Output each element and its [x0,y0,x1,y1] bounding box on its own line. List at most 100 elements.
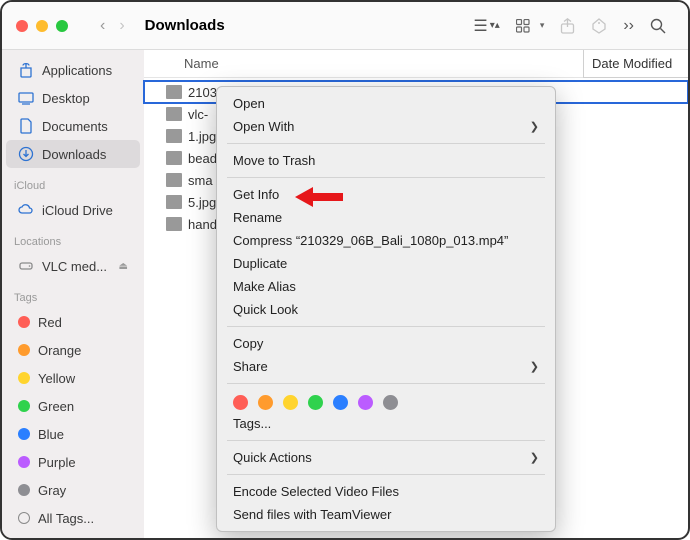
tag-dot-icon [18,316,30,328]
tag-color-dot[interactable] [233,395,248,410]
desktop-icon [18,90,34,106]
back-button[interactable]: ‹ [94,15,111,37]
traffic-lights [16,20,68,32]
tag-dot-icon [18,484,30,496]
sidebar-tag[interactable]: Red [6,308,140,336]
menu-item[interactable]: Copy [217,332,555,355]
sidebar-heading: Locations [2,224,144,252]
sidebar-item-label: Desktop [42,91,90,106]
sidebar-item-documents[interactable]: Documents [6,112,140,140]
disk-icon [18,258,34,274]
sidebar-item-label: Documents [42,119,108,134]
tag-dot-icon [18,456,30,468]
sidebar: Applications Desktop Documents Downloads iCl… [2,50,144,538]
menu-item[interactable]: Duplicate [217,252,555,275]
file-icon [166,129,182,143]
titlebar: ‹ › Downloads ☰▾▴ ▾ ›› [2,2,688,50]
documents-icon [18,118,34,134]
chevron-right-icon: ❯ [530,120,539,133]
sidebar-item-label: All Tags... [38,511,94,526]
sidebar-item-label: Orange [38,343,81,358]
sidebar-tag[interactable]: Yellow [6,364,140,392]
share-icon[interactable] [552,18,583,34]
tag-color-dot[interactable] [383,395,398,410]
sidebar-item-downloads[interactable]: Downloads [6,140,140,168]
file-icon [166,85,182,99]
tag-color-dot[interactable] [333,395,348,410]
menu-item[interactable]: Encode Selected Video Files [217,480,555,503]
menu-item[interactable]: Open With❯ [217,115,555,138]
window-title: Downloads [145,17,225,34]
col-name[interactable]: Name [184,56,583,71]
menu-item[interactable]: Get Info [217,183,555,206]
tag-dot-icon [18,344,30,356]
menu-item[interactable]: Compress “210329_06B_Bali_1080p_013.mp4” [217,229,555,252]
file-name: 2103 [188,85,217,100]
tag-color-dot[interactable] [283,395,298,410]
forward-button[interactable]: › [113,15,130,37]
sidebar-heading: Tags [2,280,144,308]
file-name: 5.jpg [188,195,216,210]
menu-item-label: Encode Selected Video Files [233,484,399,499]
tag-colors-row [217,389,555,412]
menu-item[interactable]: Quick Look [217,298,555,321]
file-name: bead [188,151,217,166]
tag-color-dot[interactable] [308,395,323,410]
sidebar-tag[interactable]: Gray [6,476,140,504]
menu-item-label: Compress “210329_06B_Bali_1080p_013.mp4” [233,233,508,248]
sidebar-tag[interactable]: Purple [6,448,140,476]
menu-item-label: Copy [233,336,263,351]
menu-item-label: Share [233,359,268,374]
menu-item-label: Quick Actions [233,450,312,465]
menu-item[interactable]: Make Alias [217,275,555,298]
close-dot[interactable] [16,20,28,32]
tag-color-dot[interactable] [358,395,373,410]
menu-item-label: Duplicate [233,256,287,271]
sidebar-tag[interactable]: All Tags... [6,504,140,532]
menu-item-label: Open [233,96,265,111]
tag-dot-icon [18,400,30,412]
file-name: 1.jpg [188,129,216,144]
sidebar-item[interactable]: iCloud Drive [6,196,140,224]
sidebar-item-applications[interactable]: Applications [6,56,140,84]
sidebar-tag[interactable]: Green [6,392,140,420]
min-dot[interactable] [36,20,48,32]
sidebar-item-label: Red [38,315,62,330]
tag-dot-icon [18,512,30,524]
col-modified[interactable]: Date Modified [583,50,688,78]
menu-item[interactable]: Share❯ [217,355,555,378]
tag-icon[interactable] [583,18,615,34]
sidebar-tag[interactable]: Blue [6,420,140,448]
menu-item[interactable]: Rename [217,206,555,229]
group-icon[interactable]: ▾ [508,19,553,33]
arrow-annotation [295,185,345,209]
eject-icon[interactable]: ⏏ [119,261,128,272]
finder-window: ‹ › Downloads ☰▾▴ ▾ ›› Applications Deskt… [0,0,690,540]
view-list-icon[interactable]: ☰▾▴ [465,16,507,36]
menu-item[interactable]: Send files with TeamViewer [217,503,555,526]
sidebar-item-desktop[interactable]: Desktop [6,84,140,112]
column-header[interactable]: Name Date Modified [144,50,688,78]
menu-item-label: Tags... [233,416,271,431]
file-icon [166,173,182,187]
applications-icon [18,62,34,78]
menu-item[interactable]: Quick Actions❯ [217,446,555,469]
search-icon[interactable] [642,18,674,34]
cloud-icon [18,202,34,218]
more-icon[interactable]: ›› [615,17,642,35]
sidebar-item-label: Green [38,399,74,414]
file-name: sma [188,173,213,188]
menu-item[interactable]: Open [217,92,555,115]
downloads-icon [18,146,34,162]
sidebar-item-label: Purple [38,455,76,470]
sidebar-item[interactable]: VLC med...⏏ [6,252,140,280]
max-dot[interactable] [56,20,68,32]
menu-item-label: Get Info [233,187,279,202]
file-icon [166,107,182,121]
tag-color-dot[interactable] [258,395,273,410]
sidebar-item-label: iCloud Drive [42,203,113,218]
sidebar-tag[interactable]: Orange [6,336,140,364]
menu-item-label: Rename [233,210,282,225]
menu-item-tags[interactable]: Tags... [217,412,555,435]
menu-item[interactable]: Move to Trash [217,149,555,172]
